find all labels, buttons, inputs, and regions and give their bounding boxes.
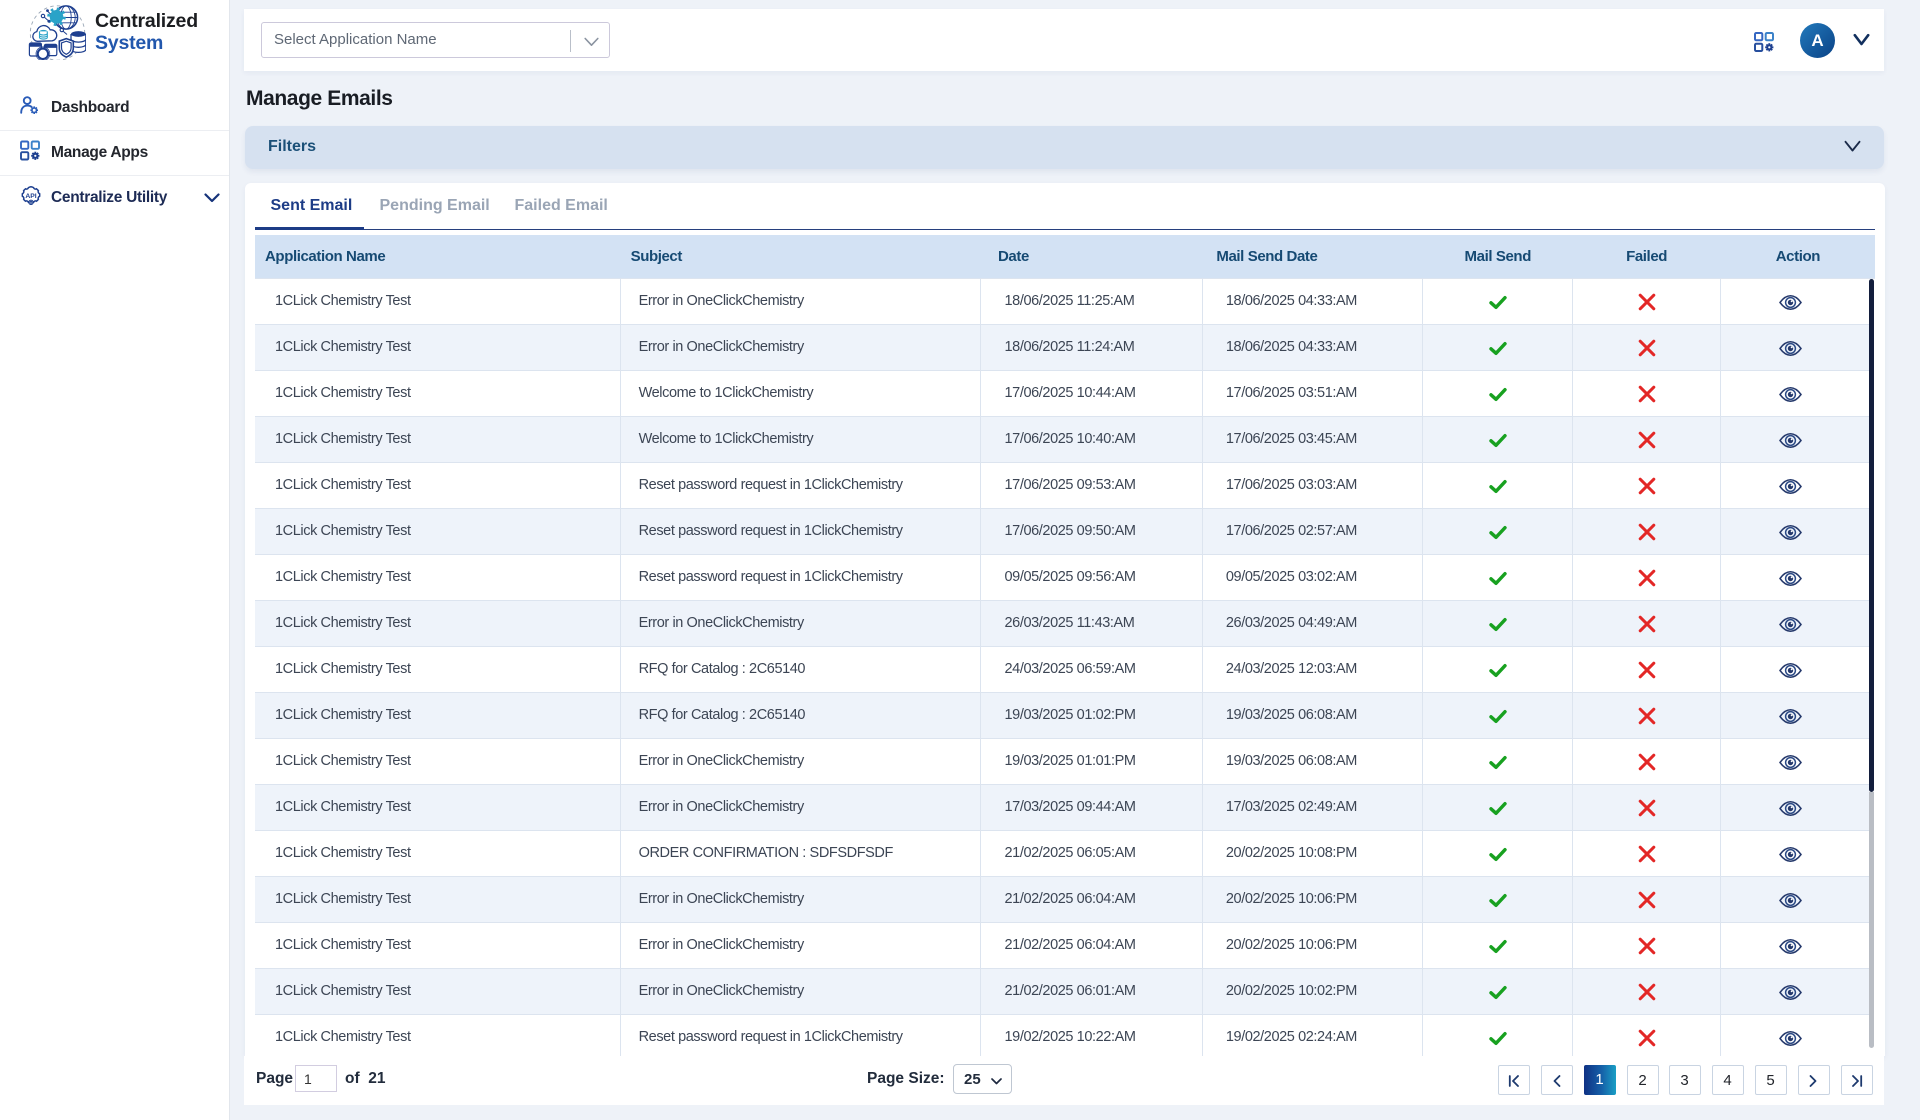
svg-text:API: API [25, 193, 36, 200]
